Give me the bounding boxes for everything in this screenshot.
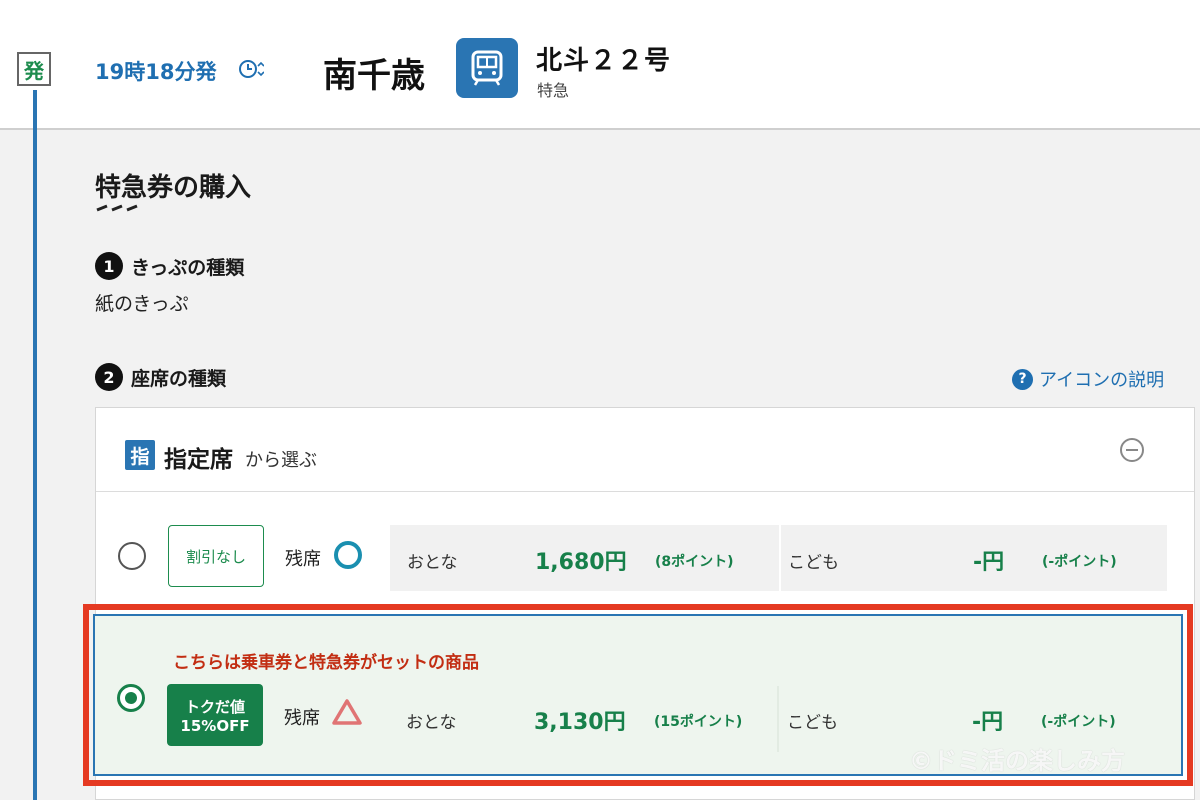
step-number-1: 1 [95, 252, 123, 280]
child-points: (-ポイント) [1042, 554, 1117, 570]
icon-help-link[interactable]: ? アイコンの説明 [1012, 366, 1164, 392]
train-header: 発 19時18分発 南千歳 北斗２２号 特急 [0, 0, 1200, 130]
page-title: 特急券の購入 [95, 173, 252, 203]
availability-label: 残席 [284, 708, 320, 729]
child-price: -円 [973, 550, 1005, 575]
child-points: (-ポイント) [1041, 714, 1116, 730]
reserved-seat-icon: 指 [125, 440, 155, 470]
availability-label: 残席 [285, 549, 321, 570]
discount-badge-none: 割引なし [168, 525, 264, 587]
ticket-type-value: 紙のきっぷ [95, 293, 189, 315]
child-label: こども [787, 713, 838, 733]
departure-time[interactable]: 19時18分発 [95, 56, 216, 86]
title-underline-decoration [96, 204, 138, 212]
adult-label: おとな [407, 553, 458, 573]
reserved-seat-suffix: から選ぶ [245, 450, 317, 471]
clock-sort-icon[interactable] [238, 56, 264, 82]
set-product-note: こちらは乗車券と特急券がセットの商品 [173, 653, 479, 673]
watermark: ©ドミ活の楽しみ方 [909, 747, 1125, 775]
departure-badge: 発 [17, 52, 51, 86]
option-radio-regular[interactable] [118, 542, 146, 570]
train-name: 北斗２２号 [536, 46, 672, 76]
train-icon [456, 38, 518, 98]
adult-price: 1,680円 [535, 550, 627, 575]
adult-points: (15ポイント) [654, 714, 743, 730]
train-type: 特急 [537, 81, 570, 100]
departure-station: 南千歳 [323, 56, 425, 96]
adult-label: おとな [406, 713, 457, 733]
help-link-label: アイコンの説明 [1039, 370, 1165, 391]
adult-price: 3,130円 [534, 710, 626, 735]
step-ticket-type: 1 きっぷの種類 [95, 252, 244, 280]
price-divider [779, 525, 781, 591]
step-label: 座席の種類 [131, 367, 227, 390]
child-price: -円 [972, 710, 1004, 735]
price-divider [777, 686, 779, 752]
price-block-regular: おとな 1,680円 (8ポイント) こども -円 (-ポイント) [390, 525, 1167, 591]
discount-badge-deal: トクだ値 15%OFF [167, 684, 263, 746]
deal-badge-line1: トクだ値 [184, 697, 245, 716]
discount-badge-label: 割引なし [185, 547, 246, 566]
option-radio-deal[interactable] [117, 684, 145, 712]
step-seat-type: 2 座席の種類 [95, 363, 226, 391]
deal-badge-line2: 15%OFF [180, 716, 250, 735]
step-number-2: 2 [95, 363, 123, 391]
child-label: こども [788, 553, 839, 573]
availability-triangle-icon [332, 699, 362, 725]
seat-card-header[interactable]: 指 指定席 から選ぶ [96, 408, 1194, 492]
adult-points: (8ポイント) [655, 554, 734, 570]
availability-circle-icon [334, 541, 362, 569]
question-icon: ? [1012, 368, 1033, 390]
timeline-line [33, 90, 37, 800]
step-label: きっぷの種類 [131, 256, 245, 279]
collapse-icon[interactable] [1120, 438, 1144, 462]
reserved-seat-label: 指定席 [164, 447, 233, 473]
